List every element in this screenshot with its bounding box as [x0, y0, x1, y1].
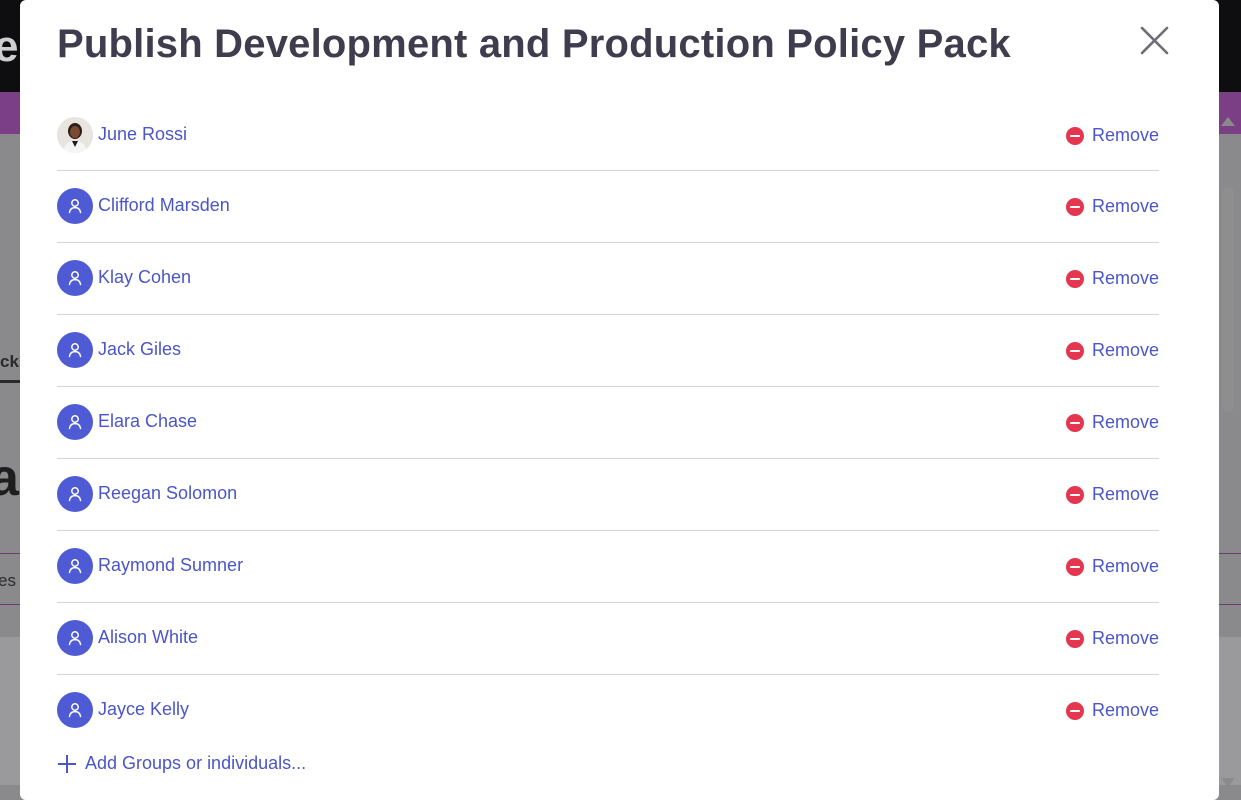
remove-circle-icon: [1065, 413, 1084, 432]
remove-circle-icon: [1065, 485, 1084, 504]
member-name-link[interactable]: Jack Giles: [98, 339, 181, 360]
remove-label: Remove: [1091, 125, 1159, 145]
remove-label: Remove: [1091, 340, 1159, 360]
remove-circle-icon: [1065, 269, 1084, 288]
remove-label: Remove: [1091, 484, 1159, 504]
remove-member-button[interactable]: Remove: [1065, 196, 1159, 217]
user-icon: [57, 692, 93, 728]
remove-circle-icon: [1065, 341, 1084, 360]
remove-circle-icon: [1065, 126, 1084, 145]
remove-label: Remove: [1091, 628, 1159, 648]
add-groups-label: Add Groups or individuals...: [85, 753, 307, 773]
dialog-title: Publish Development and Production Polic…: [57, 22, 1011, 66]
member-list: June Rossi Remove Clifford Marsden Remove Kl…: [57, 100, 1159, 746]
remove-member-button[interactable]: Remove: [1065, 268, 1159, 289]
member-name-link[interactable]: June Rossi: [98, 124, 187, 145]
background-divider: [0, 553, 20, 554]
background-text-fragment: es: [0, 571, 16, 590]
scroll-up-arrow-icon[interactable]: [1221, 117, 1235, 126]
remove-member-button[interactable]: Remove: [1065, 484, 1159, 505]
user-icon: [57, 548, 93, 584]
member-row: June Rossi Remove: [57, 100, 1159, 171]
remove-member-button[interactable]: Remove: [1065, 125, 1159, 146]
user-icon: [57, 332, 93, 368]
remove-label: Remove: [1091, 700, 1159, 720]
plus-icon: [57, 754, 77, 774]
remove-label: Remove: [1091, 268, 1159, 288]
remove-member-button[interactable]: Remove: [1065, 628, 1159, 649]
remove-label: Remove: [1091, 196, 1159, 216]
publish-dialog: Publish Development and Production Polic…: [20, 0, 1235, 800]
add-groups-link[interactable]: Add Groups or individuals...: [57, 753, 306, 774]
remove-label: Remove: [1091, 556, 1159, 576]
remove-circle-icon: [1065, 197, 1084, 216]
user-icon: [57, 260, 93, 296]
avatar-photo: [57, 117, 93, 153]
member-row: Alison White Remove: [57, 603, 1159, 675]
member-row: Jayce Kelly Remove: [57, 675, 1159, 746]
member-row: Klay Cohen Remove: [57, 243, 1159, 315]
member-name-link[interactable]: Klay Cohen: [98, 267, 191, 288]
dialog-scrollbar[interactable]: [1219, 112, 1237, 787]
member-name-link[interactable]: Elara Chase: [98, 411, 197, 432]
scroll-down-arrow-icon[interactable]: [1221, 778, 1235, 787]
remove-member-button[interactable]: Remove: [1065, 412, 1159, 433]
close-icon: [1140, 26, 1169, 55]
remove-circle-icon: [1065, 557, 1084, 576]
background-title-fragment: e: [0, 22, 19, 71]
member-name-link[interactable]: Alison White: [98, 627, 198, 648]
member-name-link[interactable]: Jayce Kelly: [98, 699, 189, 720]
user-icon: [57, 476, 93, 512]
scroll-thumb[interactable]: [1222, 187, 1234, 412]
remove-circle-icon: [1065, 629, 1084, 648]
member-row: Raymond Sumner Remove: [57, 531, 1159, 603]
remove-circle-icon: [1065, 701, 1084, 720]
user-icon: [57, 188, 93, 224]
member-name-link[interactable]: Reegan Solomon: [98, 483, 237, 504]
member-name-link[interactable]: Clifford Marsden: [98, 195, 230, 216]
member-name-link[interactable]: Raymond Sumner: [98, 555, 243, 576]
background-divider: [0, 604, 20, 605]
remove-label: Remove: [1091, 412, 1159, 432]
background-tab-underline: [0, 380, 20, 383]
member-row: Elara Chase Remove: [57, 387, 1159, 459]
remove-member-button[interactable]: Remove: [1065, 556, 1159, 577]
user-icon: [57, 620, 93, 656]
remove-member-button[interactable]: Remove: [1065, 700, 1159, 721]
member-row: Jack Giles Remove: [57, 315, 1159, 387]
remove-member-button[interactable]: Remove: [1065, 340, 1159, 361]
member-row: Clifford Marsden Remove: [57, 171, 1159, 243]
user-icon: [57, 404, 93, 440]
member-row: Reegan Solomon Remove: [57, 459, 1159, 531]
close-button[interactable]: [1136, 23, 1172, 59]
